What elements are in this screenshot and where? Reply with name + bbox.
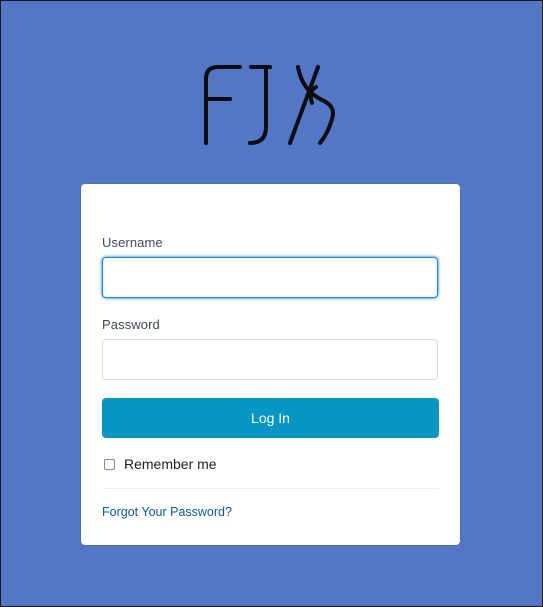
username-label: Username [102,235,163,250]
login-card: Username Password Log In Remember me For… [81,184,460,545]
divider [102,488,439,489]
forgot-password-link[interactable]: Forgot Your Password? [102,505,232,519]
username-input[interactable] [102,257,438,298]
password-label: Password [102,317,160,332]
remember-me-checkbox[interactable] [104,458,115,470]
password-input[interactable] [102,339,438,380]
login-page: Username Password Log In Remember me For… [0,0,543,607]
remember-me-row[interactable]: Remember me [104,456,217,472]
login-button[interactable]: Log In [102,398,439,438]
remember-me-label[interactable]: Remember me [124,456,217,472]
brand-logo [204,65,335,145]
